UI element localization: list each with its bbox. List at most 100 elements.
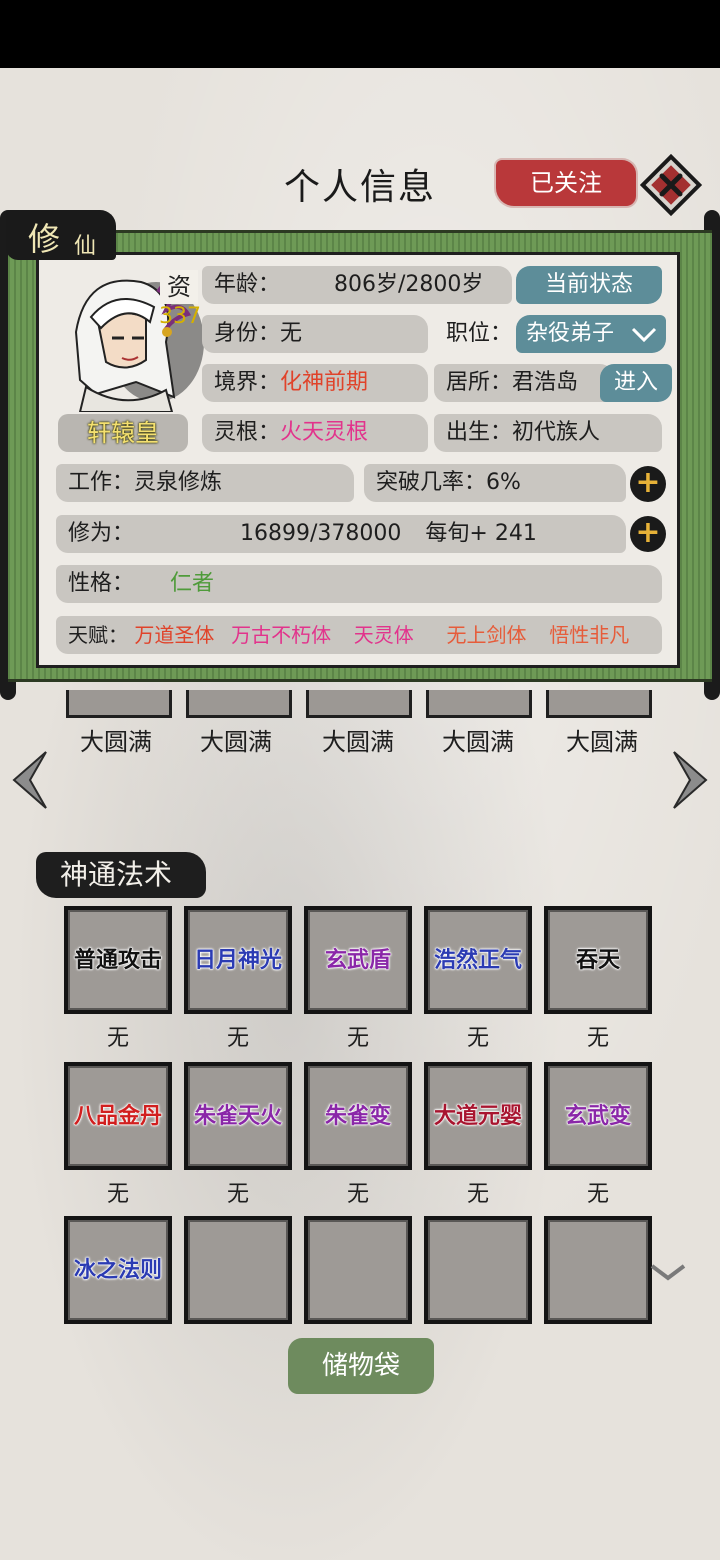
skill-slot-empty[interactable] [544,1216,652,1324]
skill-slot[interactable]: 朱雀变 [304,1062,412,1170]
next-arrow[interactable] [670,750,710,810]
skill-level: 无 [586,1026,609,1051]
work-field: 工作：灵泉修炼 [56,464,354,502]
personality-value: 仁者 [170,571,215,596]
realm-level-label: 大圆满 [442,728,514,756]
residence-label: 居所： [446,370,513,395]
per-turn-value: 241 [494,521,537,546]
skill-name: 普通攻击 [73,948,163,974]
realm-slot[interactable] [186,690,292,718]
skill-slot[interactable]: 浩然正气 [424,906,532,1014]
skill-slot-empty[interactable] [184,1216,292,1324]
skill-slot[interactable]: 冰之法则 [64,1216,172,1324]
realm-level-label: 大圆满 [80,728,152,756]
talent-item: 悟性非凡 [549,623,630,647]
breakthrough-plus-button[interactable]: + [630,466,666,502]
skill-level: 无 [106,1026,129,1051]
cultivator-tag: 修 仙 [6,210,116,260]
root-label: 灵根： [214,420,281,445]
position-label: 职位： [446,321,513,346]
skill-slot-empty[interactable] [304,1216,412,1324]
realm-level-label: 大圆满 [200,728,272,756]
skill-name: 玄武变 [564,1104,632,1130]
prev-arrow[interactable] [10,750,50,810]
follow-button[interactable]: 已关注 [496,160,636,206]
realm-field: 境界：化神前期 [202,364,428,402]
cultivation-field: 修为： 16899/378000 每旬+ 241 [56,515,626,553]
skill-name: 吞天 [575,948,621,974]
skill-slot[interactable]: 日月神光 [184,906,292,1014]
skill-name: 日月神光 [193,948,283,974]
realm-slot[interactable] [426,690,532,718]
skill-level: 无 [226,1182,249,1207]
skill-level: 无 [346,1026,369,1051]
skill-slot[interactable]: 吞天 [544,906,652,1014]
scroll-down-button[interactable] [650,1262,686,1282]
talent-label: 天赋： [68,623,128,647]
enter-button[interactable]: 进入 [600,364,672,402]
realm-slot[interactable] [306,690,412,718]
residence-value: 君浩岛 [512,370,579,395]
skill-slot-empty[interactable] [424,1216,532,1324]
talent-item: 万道圣体 [134,623,215,647]
skill-slot[interactable]: 八品金丹 [64,1062,172,1170]
aptitude-value: 337 [159,304,201,329]
breakthrough-label: 突破几率： [376,470,487,495]
skill-name: 浩然正气 [433,948,523,974]
skill-slot[interactable]: 大道元婴 [424,1062,532,1170]
skill-slot[interactable]: 玄武盾 [304,906,412,1014]
chevron-right-icon [673,751,708,809]
realm-slot[interactable] [546,690,652,718]
work-label: 工作： [68,470,135,495]
storage-bag-button[interactable]: 储物袋 [288,1338,434,1394]
current-status-button[interactable]: 当前状态 [516,266,662,304]
status-bar [0,0,720,68]
skill-name: 朱雀天火 [193,1104,283,1130]
close-button[interactable] [639,153,703,217]
talent-item: 无上剑体 [446,623,527,647]
age-field: 年龄： 806岁/2800岁 [202,266,512,304]
root-value: 火天灵根 [280,420,369,445]
chevron-down-icon [631,327,657,343]
skill-name: 大道元婴 [433,1104,523,1130]
realm-level-label: 大圆满 [566,728,638,756]
personality-field: 性格： 仁者 [56,565,662,603]
skill-level: 无 [346,1182,369,1207]
talent-field: 天赋： 万道圣体 万古不朽体 天灵体 无上剑体 悟性非凡 [56,616,662,654]
birth-field: 出生：初代族人 [434,414,662,452]
plus-icon: + [635,515,661,550]
per-turn-label: 每旬+ [425,521,488,546]
spirit-root-field: 灵根：火天灵根 [202,414,428,452]
cultivation-label: 修为： [68,521,135,546]
skill-name: 冰之法则 [73,1258,163,1284]
chevron-down-icon [650,1264,686,1281]
identity-value: 无 [280,321,303,346]
position-dropdown[interactable]: 杂役弟子 [516,315,666,353]
skill-slot[interactable]: 玄武变 [544,1062,652,1170]
skill-name: 朱雀变 [324,1104,392,1130]
skill-level: 无 [226,1026,249,1051]
position-value: 杂役弟子 [526,321,615,346]
breakthrough-value: 6% [486,470,521,495]
tag-sub: 仙 [74,234,97,259]
skill-slot[interactable]: 普通攻击 [64,906,172,1014]
cultivation-value: 16899/378000 [240,521,402,546]
character-name: 轩辕皇 [58,414,188,452]
skill-name: 玄武盾 [324,948,392,974]
tag-main: 修 [28,220,61,258]
identity-field: 身份：无 [202,315,428,353]
chevron-left-icon [12,751,47,809]
realm-value: 化神前期 [280,370,369,395]
realm-label: 境界： [214,370,281,395]
aptitude-label: 资 [160,270,198,304]
skill-level: 无 [466,1182,489,1207]
breakthrough-field: 突破几率：6% [364,464,626,502]
close-icon [639,153,703,217]
realm-level-label: 大圆满 [322,728,394,756]
age-value: 806岁/2800岁 [334,272,484,297]
work-value: 灵泉修炼 [134,470,223,495]
cultivation-plus-button[interactable]: + [630,516,666,552]
realm-slot[interactable] [66,690,172,718]
skill-level: 无 [106,1182,129,1207]
skill-slot[interactable]: 朱雀天火 [184,1062,292,1170]
